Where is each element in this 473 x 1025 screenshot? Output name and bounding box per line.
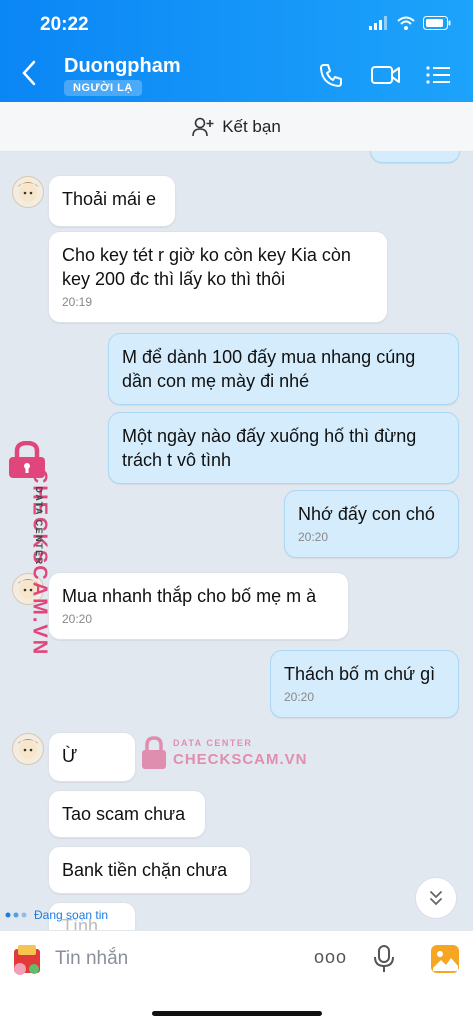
watermark-center-line1: DATA CENTER xyxy=(173,738,253,748)
message-text: Mua nhanh thắp cho bố mẹ m à xyxy=(62,586,317,606)
scroll-to-bottom-button[interactable] xyxy=(415,877,457,919)
add-friend-icon xyxy=(192,117,214,136)
message-time: 20:20 xyxy=(284,690,315,704)
typing-text: Đang soạn tin xyxy=(34,908,109,922)
contact-avatar[interactable] xyxy=(12,733,44,765)
message-text: Cho key tét r giờ ko còn key Kia còn key… xyxy=(62,245,351,289)
composer-bar: Tin nhắn ooo xyxy=(0,930,473,1025)
message-input[interactable]: Tin nhắn xyxy=(55,948,128,970)
message-incoming[interactable]: Thoải mái e xyxy=(48,175,176,227)
message-text: Nhớ đấy con chó xyxy=(298,504,435,524)
message-outgoing[interactable]: Một ngày nào đấy xuống hố thì đừng trách… xyxy=(108,412,459,484)
signal-icon xyxy=(369,16,387,30)
battery-icon xyxy=(423,16,451,30)
watermark-center-line2: CHECKSCAM.VN xyxy=(173,751,308,768)
message-text: Thách bố m chứ gì xyxy=(284,664,436,684)
watermark-left-line1: DATA CENTER xyxy=(34,486,44,566)
sticker-icon[interactable] xyxy=(8,941,46,979)
status-icons xyxy=(369,16,451,30)
wifi-icon xyxy=(397,16,415,30)
contact-avatar[interactable] xyxy=(12,176,44,208)
contact-name[interactable]: Duongpham xyxy=(64,55,181,78)
typing-dots-icon xyxy=(5,912,27,918)
message-text: Ừ xyxy=(62,746,78,766)
add-friend-label: Kết bạn xyxy=(222,116,281,136)
message-text: Tao scam chưa xyxy=(62,804,186,824)
message-time: 20:20 xyxy=(62,612,93,626)
message-text: M để dành 100 đấy mua nhang cúng dần con… xyxy=(122,347,416,391)
message-text: Một ngày nào đấy xuống hố thì đừng trách… xyxy=(122,426,417,470)
partial-outgoing-bubble xyxy=(370,151,460,163)
message-time: 20:20 xyxy=(298,530,329,544)
message-incoming[interactable]: Tao scam chưa xyxy=(48,790,206,838)
avatar-image-icon xyxy=(18,182,38,202)
add-friend-bar[interactable]: Kết bạn xyxy=(0,102,473,152)
message-text: Bank tiền chặn chưa xyxy=(62,860,228,880)
avatar-image-icon xyxy=(18,739,38,759)
double-chevron-down-icon xyxy=(430,891,442,906)
typing-indicator: Đang soạn tin xyxy=(4,908,108,922)
lock-icon xyxy=(142,736,166,769)
phone-call-icon[interactable] xyxy=(318,62,344,88)
message-outgoing[interactable]: Thách bố m chứ gì 20:20 xyxy=(270,650,459,718)
watermark-left: CHECKSCAM.VN DATA CENTER xyxy=(4,441,52,656)
menu-list-icon[interactable] xyxy=(425,62,451,88)
watermark-center: DATA CENTER CHECKSCAM.VN xyxy=(140,734,307,774)
message-incoming[interactable]: Ừ xyxy=(48,732,136,782)
message-incoming[interactable]: Bank tiền chặn chưa xyxy=(48,846,251,894)
video-call-icon[interactable] xyxy=(370,62,402,88)
message-incoming[interactable]: Mua nhanh thắp cho bố mẹ m à 20:20 xyxy=(48,572,349,640)
message-time: 20:19 xyxy=(62,295,93,309)
status-time: 20:22 xyxy=(40,14,89,35)
back-arrow-icon[interactable] xyxy=(22,60,36,86)
microphone-icon[interactable] xyxy=(373,944,395,974)
more-options-button[interactable]: ooo xyxy=(314,947,347,968)
message-incoming[interactable]: Cho key tét r giờ ko còn key Kia còn key… xyxy=(48,231,388,323)
home-indicator xyxy=(152,1011,322,1016)
chat-header: 20:22 Duongpham NGƯỜI LẠ xyxy=(0,0,473,102)
chat-area[interactable]: Thoải mái e Cho key tét r giờ ko còn key… xyxy=(0,151,473,930)
stranger-badge: NGƯỜI LẠ xyxy=(64,80,142,96)
message-text: Thoải mái e xyxy=(62,189,157,209)
message-outgoing[interactable]: M để dành 100 đấy mua nhang cúng dần con… xyxy=(108,333,459,405)
message-outgoing[interactable]: Nhớ đấy con chó 20:20 xyxy=(284,490,459,558)
image-gallery-icon[interactable] xyxy=(430,944,460,974)
